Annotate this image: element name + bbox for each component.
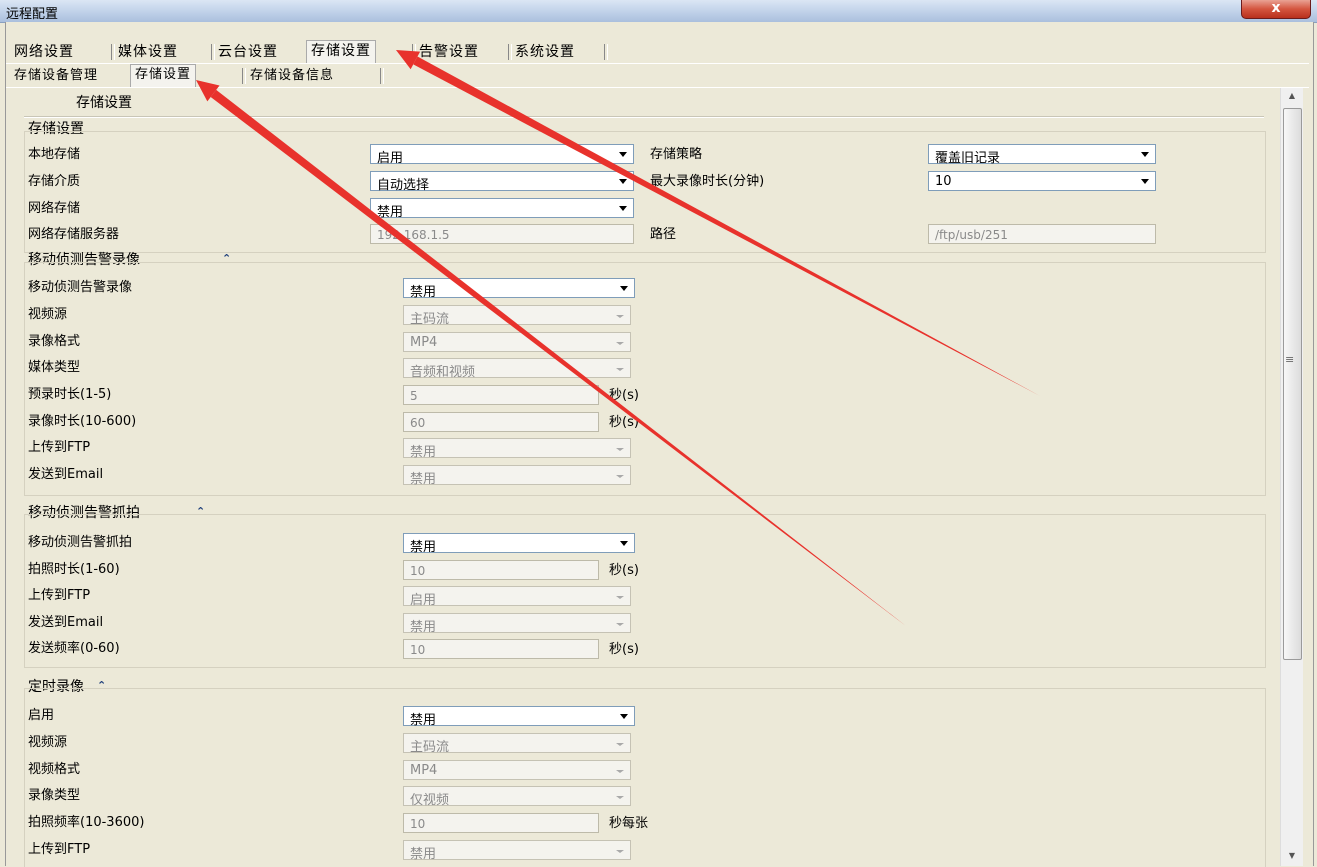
snap-email-select[interactable]: 禁用 (403, 613, 631, 635)
chevron-down-icon (619, 206, 627, 211)
chevron-down-icon (616, 850, 624, 853)
timed-format-label: 视频格式 (28, 762, 81, 777)
network-storage-label: 网络存储 (28, 201, 81, 216)
timed-ftp-label: 上传到FTP (28, 842, 91, 857)
snap-frequency-label: 发送频率(0-60) (28, 641, 120, 656)
medium-select[interactable]: 自动选择 (370, 171, 634, 193)
max-duration-label: 最大录像时长(分钟) (650, 174, 765, 189)
tab-ptz[interactable]: 云台设置 (214, 42, 282, 62)
chevron-down-icon (616, 743, 624, 746)
chevron-down-icon (616, 596, 624, 599)
motion-record-enable-select[interactable]: 禁用 (403, 278, 635, 300)
snap-duration-field[interactable]: 10 (403, 560, 599, 580)
motion-format-select[interactable]: MP4 (403, 332, 631, 352)
chevron-down-icon (1141, 152, 1149, 157)
subtab-device-info[interactable]: 存储设备信息 (246, 66, 338, 86)
chevron-down-icon (619, 152, 627, 157)
snap-duration-unit: 秒(s) (609, 563, 639, 578)
motion-record-enable-label: 移动侦测告警录像 (28, 280, 133, 295)
chevron-down-icon (620, 714, 628, 719)
page-heading: 存储设置 (76, 95, 132, 111)
timed-record-type-select[interactable]: 仅视频 (403, 786, 631, 808)
prerecord-unit: 秒(s) (609, 388, 639, 403)
record-duration-label: 录像时长(10-600) (28, 414, 137, 429)
chevron-down-icon (616, 623, 624, 626)
chevron-down-icon (616, 770, 624, 773)
motion-ftp-label: 上传到FTP (28, 440, 91, 455)
motion-source-label: 视频源 (28, 307, 68, 322)
record-duration-unit: 秒(s) (609, 415, 639, 430)
snap-freq-field[interactable]: 10 (403, 813, 599, 833)
timed-source-label: 视频源 (28, 735, 68, 750)
path-field[interactable]: /ftp/usb/251 (928, 224, 1156, 244)
local-storage-label: 本地存储 (28, 147, 81, 162)
tab-storage[interactable]: 存储设置 (306, 40, 376, 63)
chevron-down-icon (616, 315, 624, 318)
chevron-down-icon (616, 475, 624, 478)
motion-media-type-label: 媒体类型 (28, 360, 81, 375)
motion-media-type-select[interactable]: 音频和视频 (403, 358, 631, 380)
snap-ftp-label: 上传到FTP (28, 588, 91, 603)
vertical-scrollbar[interactable]: ▲ ≡ ▼ (1280, 88, 1303, 866)
network-storage-select[interactable]: 禁用 (370, 198, 634, 220)
motion-snap-enable-label: 移动侦测告警抓拍 (28, 535, 133, 550)
chevron-down-icon (620, 541, 628, 546)
window-title: 远程配置 (6, 7, 59, 22)
close-button[interactable]: x (1241, 0, 1311, 19)
timed-ftp-select[interactable]: 禁用 (403, 840, 631, 862)
subtab-device-management[interactable]: 存储设备管理 (10, 66, 102, 86)
snap-duration-label: 拍照时长(1-60) (28, 562, 120, 577)
snap-frequency-field[interactable]: 10 (403, 639, 599, 659)
chevron-down-icon (616, 342, 624, 345)
motion-ftp-select[interactable]: 禁用 (403, 438, 631, 460)
prerecord-label: 预录时长(1-5) (28, 387, 112, 402)
title-bar: 远程配置 x (0, 0, 1317, 23)
chevron-down-icon (620, 286, 628, 291)
scroll-up-icon[interactable]: ▲ (1281, 88, 1303, 104)
path-label: 路径 (650, 227, 677, 242)
chevron-down-icon (616, 448, 624, 451)
snap-ftp-select[interactable]: 启用 (403, 586, 631, 608)
tab-alarm[interactable]: 告警设置 (415, 42, 483, 62)
timed-record-type-label: 录像类型 (28, 788, 81, 803)
snap-freq-unit: 秒每张 (609, 816, 649, 831)
medium-label: 存储介质 (28, 174, 81, 189)
policy-select[interactable]: 覆盖旧记录 (928, 144, 1156, 166)
scrollbar-thumb[interactable] (1283, 108, 1302, 660)
tab-network[interactable]: 网络设置 (10, 42, 78, 62)
timed-enable-select[interactable]: 禁用 (403, 706, 635, 728)
motion-email-label: 发送到Email (28, 467, 104, 482)
chevron-down-icon (1141, 179, 1149, 184)
tab-system[interactable]: 系统设置 (511, 42, 579, 62)
motion-format-label: 录像格式 (28, 334, 81, 349)
tab-media[interactable]: 媒体设置 (114, 42, 182, 62)
prerecord-field[interactable]: 5 (403, 385, 599, 405)
subtab-storage-settings[interactable]: 存储设置 (130, 64, 197, 87)
motion-snap-enable-select[interactable]: 禁用 (403, 533, 635, 555)
scroll-down-icon[interactable]: ▼ (1281, 848, 1303, 864)
grip-icon: ≡ (1285, 353, 1295, 366)
record-duration-field[interactable]: 60 (403, 412, 599, 432)
timed-source-select[interactable]: 主码流 (403, 733, 631, 755)
max-duration-select[interactable]: 10 (928, 171, 1156, 191)
snap-email-label: 发送到Email (28, 615, 104, 630)
chevron-down-icon (616, 368, 624, 371)
motion-source-select[interactable]: 主码流 (403, 305, 631, 327)
chevron-down-icon (619, 179, 627, 184)
timed-format-select[interactable]: MP4 (403, 760, 631, 780)
server-field[interactable]: 192.168.1.5 (370, 224, 634, 244)
close-icon: x (1271, 0, 1281, 16)
server-label: 网络存储服务器 (28, 227, 120, 242)
policy-label: 存储策略 (650, 147, 703, 162)
snap-frequency-unit: 秒(s) (609, 642, 639, 657)
timed-enable-label: 启用 (28, 708, 55, 723)
snap-freq-label: 拍照频率(10-3600) (28, 815, 145, 830)
motion-email-select[interactable]: 禁用 (403, 465, 631, 487)
chevron-down-icon (616, 796, 624, 799)
local-storage-select[interactable]: 启用 (370, 144, 634, 166)
